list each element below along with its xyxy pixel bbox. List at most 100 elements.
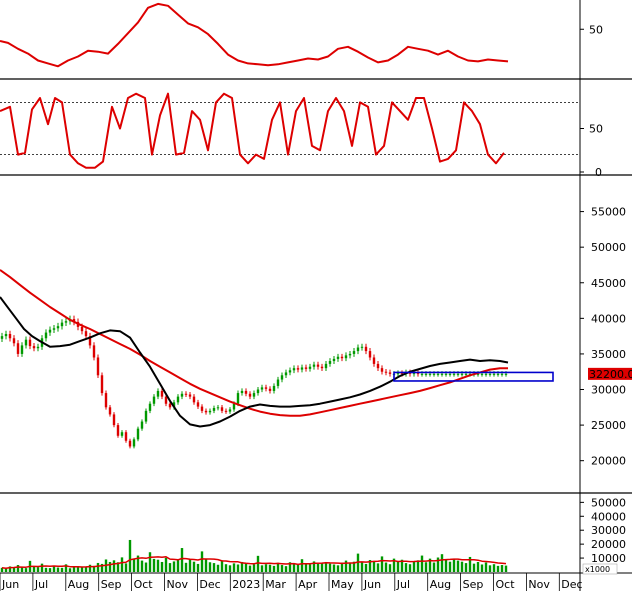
stock-chart: 50 0 50 20000 25000 30000 35000 40000 45000 500…	[0, 0, 632, 591]
candle	[116, 422, 120, 438]
x-tick-label-15: Oct	[496, 578, 516, 591]
candle	[324, 361, 328, 371]
x-tick-label-2: Aug	[68, 578, 89, 591]
volume-bar	[292, 563, 296, 572]
volume-bar	[380, 556, 384, 572]
candle	[384, 368, 388, 376]
candle-body	[168, 403, 172, 408]
candle-body	[256, 389, 260, 394]
candle	[56, 322, 60, 332]
volume-bar	[328, 563, 332, 572]
candle	[96, 354, 100, 379]
candle	[48, 326, 52, 336]
volume-bar	[264, 564, 268, 572]
volume-bar	[248, 565, 252, 572]
candle-body	[324, 363, 328, 369]
candle	[344, 352, 348, 362]
volume-bar	[140, 560, 144, 572]
volume-panel: 1000020000300004000050000 x1000	[0, 496, 626, 575]
candle	[280, 372, 284, 383]
price-ytick-label-3: 35000	[591, 348, 626, 361]
candle	[336, 353, 340, 362]
volume-bar	[220, 560, 224, 572]
candle	[372, 354, 376, 367]
candle	[388, 369, 392, 377]
volume-bar	[260, 565, 264, 572]
candle-body	[504, 373, 508, 375]
candle	[304, 364, 308, 372]
volume-bar	[456, 560, 460, 572]
candle	[352, 348, 356, 357]
candle-body	[100, 375, 104, 394]
candle	[36, 343, 40, 352]
candle	[52, 325, 56, 334]
volume-ytick-label-3: 40000	[591, 510, 626, 523]
candle-body	[360, 346, 364, 348]
volume-bar	[296, 564, 300, 572]
candle-body	[136, 428, 140, 440]
candle-body	[456, 373, 460, 375]
candle-body	[180, 393, 184, 397]
candle-body	[424, 373, 428, 375]
candle-body	[148, 403, 152, 411]
candle	[136, 426, 140, 442]
candle-body	[444, 373, 448, 375]
volume-ytick-label-2: 30000	[591, 524, 626, 537]
candle-body	[388, 372, 392, 374]
candle-body	[272, 385, 276, 391]
candle-body	[292, 368, 296, 371]
candle	[28, 336, 32, 350]
candle-body	[140, 421, 144, 429]
candle-body	[384, 371, 388, 373]
candle-body	[200, 406, 204, 411]
candle-body	[212, 408, 216, 411]
candle	[12, 335, 16, 347]
price-ytick-label-2: 30000	[591, 384, 626, 397]
candle-body	[60, 322, 64, 327]
candle	[308, 363, 312, 372]
candle	[296, 365, 300, 373]
volume-bar	[184, 562, 188, 572]
x-tick-label-3: Sep	[101, 578, 122, 591]
x-tick-label-1: Jul	[34, 578, 48, 591]
volume-bar	[172, 561, 176, 572]
candle-body	[240, 390, 244, 394]
volume-bar	[424, 562, 428, 572]
candle	[84, 327, 88, 340]
volume-bar	[488, 565, 492, 572]
candle	[256, 386, 260, 396]
volume-bar	[208, 562, 212, 572]
volume-bar	[316, 563, 320, 572]
last-price-label: 32200.00	[589, 368, 632, 381]
candle-body	[296, 368, 300, 370]
candle-body	[356, 347, 360, 352]
x-tick-label-6: Dec	[199, 578, 220, 591]
x-tick-label-14: Sep	[463, 578, 484, 591]
candle-body	[328, 361, 332, 364]
candle-body	[340, 356, 344, 359]
volume-bar	[384, 562, 388, 572]
candle	[60, 319, 64, 330]
volume-bar	[132, 558, 136, 572]
candle-body	[500, 373, 504, 375]
candle	[332, 355, 336, 364]
volume-bar	[144, 562, 148, 572]
volume-bar	[448, 561, 452, 572]
volume-scale-label: x1000	[585, 565, 610, 574]
candle	[20, 342, 24, 357]
volume-bar	[128, 539, 132, 572]
candle	[140, 419, 144, 431]
volume-bar	[364, 563, 368, 572]
volume-bar	[404, 563, 408, 572]
candle	[100, 372, 104, 396]
candle	[252, 390, 256, 400]
volume-bar	[452, 558, 456, 572]
volume-bar	[216, 564, 220, 572]
x-tick-label-17: Dec	[561, 578, 582, 591]
candle-body	[304, 367, 308, 369]
candle-body	[52, 328, 56, 330]
x-tick-label-11: Jun	[363, 578, 381, 591]
ma-short-line	[0, 296, 509, 428]
candle	[88, 332, 92, 349]
candle	[176, 394, 180, 405]
